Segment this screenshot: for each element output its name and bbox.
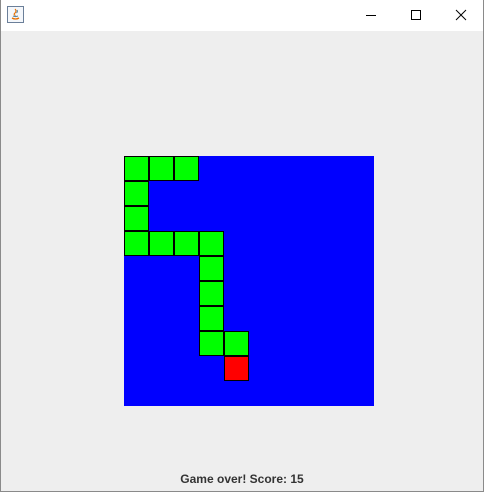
- game-board[interactable]: [124, 156, 374, 406]
- snake-segment: [149, 231, 174, 256]
- snake-segment: [199, 281, 224, 306]
- app-window: Game over! Score: 15: [0, 0, 484, 492]
- snake-segment: [174, 156, 199, 181]
- snake-segment: [124, 156, 149, 181]
- title-bar[interactable]: [1, 0, 483, 31]
- game-board-canvas: [124, 156, 374, 406]
- snake-segment: [149, 156, 174, 181]
- snake-segment: [124, 231, 149, 256]
- minimize-button[interactable]: [348, 0, 393, 30]
- minimize-icon: [365, 6, 377, 25]
- maximize-icon: [410, 6, 422, 25]
- java-icon[interactable]: [7, 6, 24, 23]
- snake-segment: [224, 331, 249, 356]
- snake-segment: [199, 231, 224, 256]
- close-icon: [455, 6, 467, 25]
- snake-segment: [174, 231, 199, 256]
- snake-segment: [124, 206, 149, 231]
- game-status: Game over! Score: 15: [180, 472, 304, 486]
- snake-segment: [199, 256, 224, 281]
- snake-segment: [199, 331, 224, 356]
- snake-segment: [124, 181, 149, 206]
- food-cell: [224, 356, 249, 381]
- maximize-button[interactable]: [393, 0, 438, 30]
- close-button[interactable]: [438, 0, 483, 30]
- snake-segment: [199, 306, 224, 331]
